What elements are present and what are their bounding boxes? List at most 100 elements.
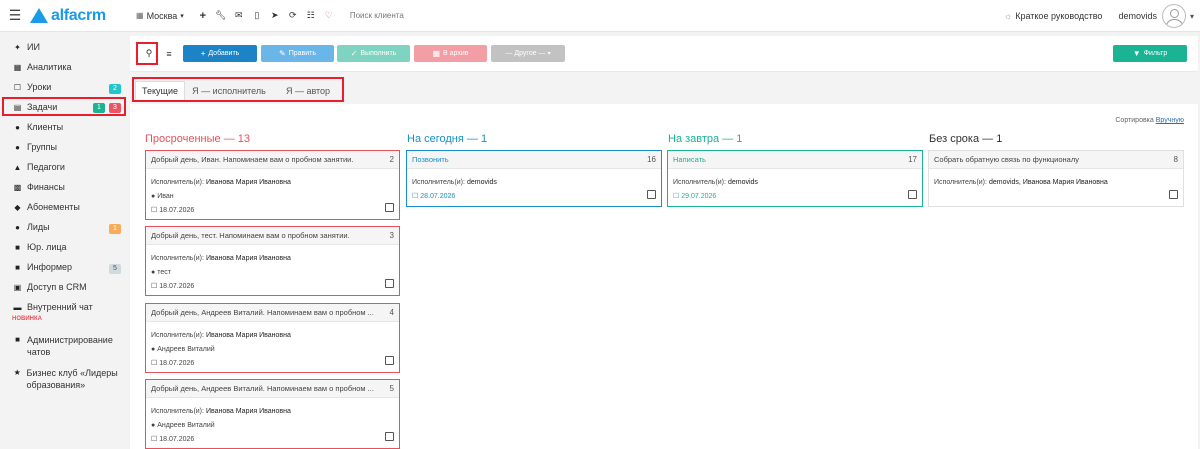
search-input[interactable]: Поиск клиента bbox=[350, 11, 550, 20]
calendar-icon: ☐ bbox=[151, 283, 158, 290]
sidebar-item-lessons[interactable]: ☐ Уроки bbox=[12, 82, 122, 92]
task-checkbox[interactable] bbox=[647, 190, 656, 199]
task-checkbox[interactable] bbox=[385, 203, 394, 212]
chart-icon: ▦ bbox=[13, 62, 22, 72]
executor-label: Исполнитель(и): bbox=[934, 178, 987, 186]
user-plus-icon: ● bbox=[15, 222, 20, 232]
sidebar-item-subscriptions[interactable]: ◆ Абонементы bbox=[12, 202, 122, 212]
sidebar-item-label: Аналитика bbox=[27, 62, 72, 72]
sidebar-item-clients[interactable]: ● Клиенты bbox=[12, 122, 122, 132]
task-card[interactable]: Добрый день, тест. Напоминаем вам о проб… bbox=[145, 226, 400, 296]
send-icon[interactable]: ➤ bbox=[266, 10, 284, 21]
plus-icon[interactable]: + bbox=[194, 10, 212, 22]
task-number: 8 bbox=[1173, 155, 1178, 164]
sidebar-item-label: Бизнес клуб «Лидеры образования» bbox=[26, 368, 118, 390]
star-icon: ★ bbox=[13, 368, 21, 377]
menu-toggle-icon[interactable]: ☰ bbox=[0, 7, 30, 24]
task-checkbox[interactable] bbox=[385, 432, 394, 441]
calendar-icon: ☐ bbox=[13, 82, 22, 92]
quick-actions: + 🔧︎ ✉ ▯ ➤ ⟳ ☷ ♡ bbox=[194, 10, 338, 22]
executor-name: demovids, Иванова Мария Ивановна bbox=[988, 178, 1108, 186]
column-title-overdue: Просроченные — 13 bbox=[145, 133, 251, 145]
leads-count-badge: 1 bbox=[109, 224, 121, 234]
list-view-icon[interactable]: ≡ bbox=[159, 45, 179, 62]
toolbar: ⚲ ≡ + Добавить ✎ Править ✓ Выполнить ▦ В арх… bbox=[130, 36, 1198, 72]
archive-button-label: В архив bbox=[443, 50, 469, 57]
calendar-icon: ☐ bbox=[151, 436, 158, 443]
executor-label: Исполнитель(и): bbox=[412, 178, 465, 186]
chat-icon: ▬ bbox=[13, 302, 22, 312]
executor-label: Исполнитель(и): bbox=[151, 178, 204, 186]
executor-label: Исполнитель(и): bbox=[673, 178, 726, 186]
sidebar-item-finance[interactable]: ▩ Финансы bbox=[12, 182, 122, 192]
username[interactable]: demovids bbox=[1118, 11, 1157, 21]
filter-button[interactable]: ▼ Фильтр bbox=[1113, 45, 1187, 62]
sidebar-item-crm-access[interactable]: ▣ Доступ в CRM bbox=[12, 282, 122, 292]
calendar-icon: ☐ bbox=[151, 207, 158, 214]
archive-button[interactable]: ▦ В архив bbox=[414, 45, 487, 62]
wrench-icon[interactable]: 🔧︎ bbox=[212, 10, 230, 21]
lightbulb-icon: ☼ bbox=[1003, 11, 1013, 21]
guide-link[interactable]: ☼ Краткое руководство bbox=[1004, 11, 1102, 21]
plus-icon: + bbox=[200, 49, 206, 58]
task-date: 18.07.2026 bbox=[159, 435, 195, 443]
task-title: Добрый день, тест. Напоминаем вам о проб… bbox=[151, 231, 350, 240]
new-tag: НОВИНКА bbox=[12, 316, 42, 322]
column-title-no-deadline: Без срока — 1 bbox=[929, 133, 1003, 145]
sidebar-item-legal[interactable]: ■ Юр. лица bbox=[12, 242, 122, 252]
refresh-icon[interactable]: ⟳ bbox=[284, 10, 302, 21]
task-date: 18.07.2026 bbox=[159, 282, 195, 290]
sidebar-item-analytics[interactable]: ▦ Аналитика bbox=[12, 62, 122, 72]
task-title: Добрый день, Иван. Напоминаем вам о проб… bbox=[151, 155, 354, 164]
sidebar-item-label: Юр. лица bbox=[27, 242, 67, 252]
sidebar-item-internal-chat[interactable]: ▬ Внутренний чат bbox=[12, 302, 122, 312]
executor-name: demovids bbox=[727, 178, 758, 186]
sidebar-item-chat-admin[interactable]: ■ Администрирование чатов bbox=[12, 334, 122, 358]
add-button[interactable]: + Добавить bbox=[183, 45, 257, 62]
avatar[interactable] bbox=[1161, 4, 1186, 28]
graduation-icon: ▲ bbox=[13, 162, 22, 172]
sidebar-item-leads[interactable]: ● Лиды bbox=[12, 222, 122, 232]
sidebar-item-teachers[interactable]: ▲ Педагоги bbox=[12, 162, 122, 172]
user-icon: ● bbox=[151, 345, 156, 353]
client-name: Андреев Виталий bbox=[157, 345, 215, 353]
task-checkbox[interactable] bbox=[1169, 190, 1178, 199]
mobile-icon[interactable]: ▯ bbox=[248, 10, 266, 21]
other-dropdown[interactable]: — Другое — ▾ bbox=[491, 45, 565, 62]
executor-label: Исполнитель(и): bbox=[151, 254, 204, 262]
task-title: Добрый день, Андреев Виталий. Напоминаем… bbox=[151, 384, 374, 393]
logo[interactable]: alfacrm bbox=[30, 7, 128, 25]
sidebar-item-groups[interactable]: ● Группы bbox=[12, 142, 122, 152]
sort-control[interactable]: Сортировка Вручную bbox=[1115, 117, 1184, 124]
sidebar-item-ai[interactable]: ✦ ИИ bbox=[12, 42, 122, 52]
sidebar-item-business-club[interactable]: ★ Бизнес клуб «Лидеры образования» bbox=[12, 367, 122, 391]
task-number: 16 bbox=[647, 155, 656, 164]
city-selector[interactable]: ▦ Москва ▾ bbox=[136, 11, 184, 21]
task-card[interactable]: Позвонить 16 Исполнитель(и): demovids ☐ 28.… bbox=[406, 150, 662, 207]
task-number: 2 bbox=[389, 155, 394, 164]
done-button[interactable]: ✓ Выполнить bbox=[337, 45, 410, 62]
user-icon: ● bbox=[15, 122, 20, 132]
task-card[interactable]: Собрать обратную связь по функционалу 8 И… bbox=[928, 150, 1184, 207]
main-content: ⚲ ≡ + Добавить ✎ Править ✓ Выполнить ▦ В арх… bbox=[130, 36, 1198, 449]
sort-value[interactable]: Вручную bbox=[1156, 117, 1184, 124]
task-card[interactable]: Написать 17 Исполнитель(и): demovids ☐ 29.0… bbox=[667, 150, 923, 207]
lock-icon: ▣ bbox=[13, 282, 22, 292]
task-checkbox[interactable] bbox=[385, 279, 394, 288]
logo-mark-icon bbox=[30, 8, 48, 23]
edit-button[interactable]: ✎ Править bbox=[261, 45, 334, 62]
cart-icon[interactable]: ☷ bbox=[302, 10, 320, 21]
task-checkbox[interactable] bbox=[385, 356, 394, 365]
task-number: 17 bbox=[908, 155, 917, 164]
user-icon: ● bbox=[151, 268, 156, 276]
client-name: Иван bbox=[157, 192, 174, 200]
task-card[interactable]: Добрый день, Андреев Виталий. Напоминаем… bbox=[145, 303, 400, 373]
sidebar-item-label: Группы bbox=[27, 142, 57, 152]
user-menu-chevron-icon[interactable]: ▾ bbox=[1190, 12, 1194, 21]
task-card[interactable]: Добрый день, Иван. Напоминаем вам о проб… bbox=[145, 150, 400, 220]
sidebar-item-informer[interactable]: ■ Информер bbox=[12, 262, 122, 272]
task-checkbox[interactable] bbox=[908, 190, 917, 199]
bell-icon[interactable]: ♡ bbox=[320, 10, 338, 21]
mail-icon[interactable]: ✉ bbox=[230, 10, 248, 21]
task-card[interactable]: Добрый день, Андреев Виталий. Напоминаем… bbox=[145, 379, 400, 449]
